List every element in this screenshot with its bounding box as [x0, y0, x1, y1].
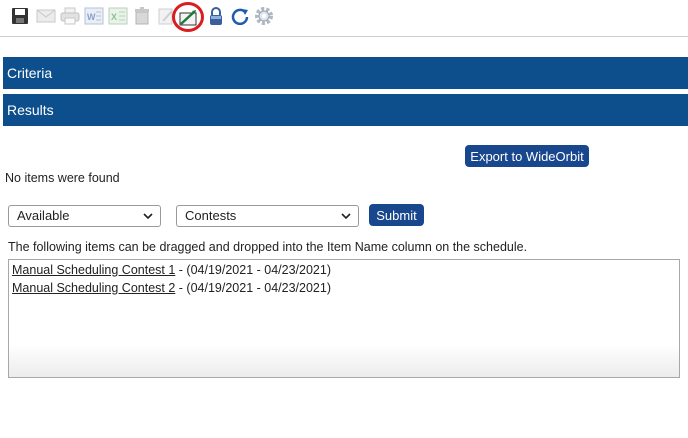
email-icon[interactable] [36, 6, 56, 26]
type-select-value: Contests [185, 208, 237, 223]
toolbar: W X [0, 0, 688, 37]
print-icon[interactable] [60, 6, 80, 26]
status-select[interactable]: Available [8, 205, 161, 227]
draggable-items-list[interactable]: Manual Scheduling Contest 1 - (04/19/202… [8, 259, 680, 378]
chevron-down-icon [341, 213, 351, 220]
export-to-wideorbit-button[interactable]: Export to WideOrbit [465, 145, 589, 167]
no-items-message: No items were found [5, 171, 120, 185]
svg-text:X: X [111, 12, 117, 22]
save-icon[interactable] [10, 6, 30, 26]
export-excel-icon[interactable]: X [108, 6, 128, 26]
delete-icon[interactable] [132, 6, 152, 26]
chevron-down-icon [143, 213, 153, 220]
submit-button[interactable]: Submit [369, 204, 424, 226]
item-link[interactable]: Manual Scheduling Contest 1 [12, 263, 175, 277]
item-dates: - (04/19/2021 - 04/23/2021) [175, 281, 331, 295]
results-section-header[interactable]: Results [3, 94, 688, 126]
list-item[interactable]: Manual Scheduling Contest 1 - (04/19/202… [12, 263, 331, 277]
status-select-value: Available [17, 208, 70, 223]
highlight-circle [172, 2, 204, 32]
item-link[interactable]: Manual Scheduling Contest 2 [12, 281, 175, 295]
settings-gear-icon[interactable] [254, 6, 274, 26]
refresh-icon[interactable] [230, 6, 250, 26]
list-item[interactable]: Manual Scheduling Contest 2 - (04/19/202… [12, 281, 331, 295]
lock-icon[interactable] [206, 6, 226, 26]
item-dates: - (04/19/2021 - 04/23/2021) [175, 263, 331, 277]
type-select[interactable]: Contests [176, 205, 359, 227]
criteria-section-header[interactable]: Criteria [3, 57, 688, 89]
svg-text:W: W [87, 12, 96, 22]
export-word-icon[interactable]: W [84, 6, 104, 26]
drag-drop-hint: The following items can be dragged and d… [8, 240, 528, 254]
